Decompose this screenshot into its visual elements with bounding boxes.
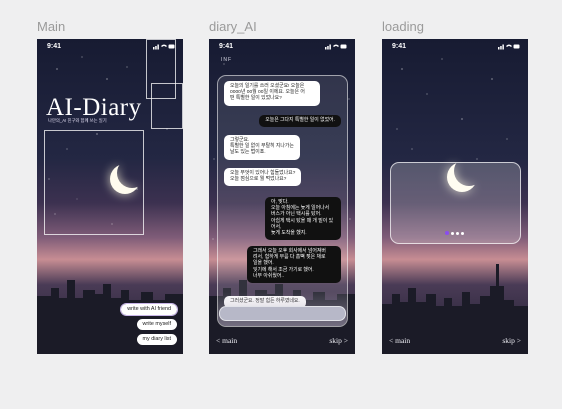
chat-panel[interactable]: 오늘의 일기를 쓰러 오셨군요! 오늘은 0000년 00월 00일 이에요. …	[217, 75, 348, 327]
chat-message-ai: 오늘 무엇이 있어나 힘들었나요? 오늘 점심으로 뭘 먹었나요?	[224, 168, 302, 187]
skip-link[interactable]: skip >	[502, 336, 521, 345]
loading-dot	[461, 232, 464, 235]
frame-label-loading: loading	[382, 19, 424, 34]
signal-wifi-battery-icon	[153, 43, 175, 52]
diary-ai-screen: 9:41 INF 오늘의 일기를 쓰러 오셨군요! 오늘은 0000년 00월 …	[209, 39, 355, 354]
status-time: 9:41	[219, 43, 234, 50]
status-bar: 9:41	[219, 43, 347, 53]
chat-message-user: 아, 맞다. 오늘 아침에는 늦게 일어나서 버스가 아닌 택시를 탔어. 아쉽…	[265, 197, 341, 241]
chat-message-user: 그래서 오늘 오후 회사에서 넘어져버 려서, 험하게 무릎 다 흠뻑 젖은 채…	[247, 246, 341, 284]
moon-icon	[117, 158, 147, 188]
status-time: 9:41	[392, 43, 407, 50]
chat-input[interactable]	[219, 306, 346, 321]
write-myself-button[interactable]: write myself	[136, 319, 177, 330]
frame-label-main: Main	[37, 19, 66, 34]
chat-message-user: 오늘은 그다지 특별한 일이 없었어.	[259, 115, 341, 128]
chat-message-ai: 그렇군요. 특별한 일 없이 무탈히 지나가는 날도 있는 법이죠.	[224, 135, 300, 160]
signal-wifi-battery-icon	[498, 43, 520, 52]
app-subtitle: 나만의_AI 친구와 함께 쓰는 일기	[48, 118, 107, 123]
my-diary-list-button[interactable]: my diary list	[136, 334, 177, 345]
decorative-frame-right	[151, 83, 183, 129]
loading-screen: 9:41 < main skip >	[382, 39, 528, 354]
loading-card	[390, 162, 521, 244]
loading-dot	[451, 232, 454, 235]
loading-dot	[456, 232, 459, 235]
main-screen: 9:41 AI-Diary 나만의_AI 친구와 함께 쓰는 일기 write …	[37, 39, 183, 354]
status-time: 9:41	[47, 43, 62, 50]
skip-link[interactable]: skip >	[329, 336, 348, 345]
loading-dot	[445, 231, 449, 235]
write-with-ai-button[interactable]: write with AI friend	[120, 303, 178, 316]
chat-message-ai: 오늘의 일기를 쓰러 오셨군요! 오늘은 0000년 00월 00일 이에요. …	[224, 81, 320, 106]
back-to-main-link[interactable]: < main	[389, 336, 410, 345]
signal-wifi-battery-icon	[325, 43, 347, 52]
back-to-main-link[interactable]: < main	[216, 336, 237, 345]
status-bar: 9:41	[392, 43, 520, 53]
frame-label-diary-ai: diary_AI	[209, 19, 257, 34]
screen-top-label: INF	[221, 57, 233, 63]
status-bar: 9:41	[47, 43, 175, 53]
